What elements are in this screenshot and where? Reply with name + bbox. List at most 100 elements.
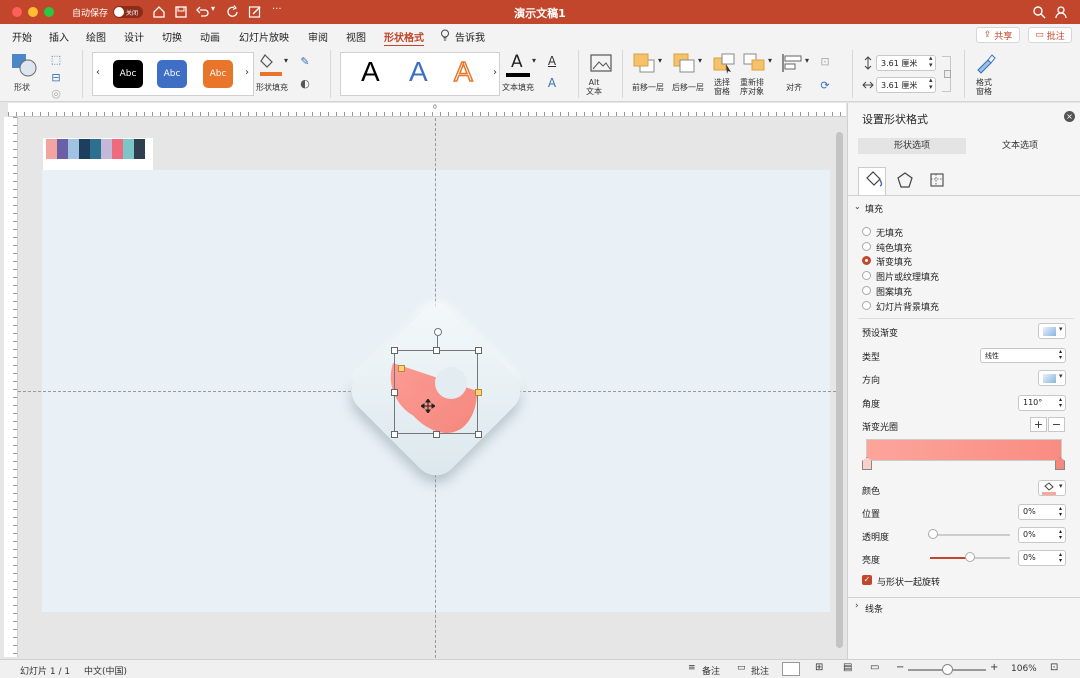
width-stepper[interactable]: ▴ ▾ bbox=[929, 77, 933, 91]
transparency-slider[interactable] bbox=[930, 534, 1010, 536]
zoom-slider-thumb[interactable] bbox=[942, 664, 953, 675]
reorder-objects-icon[interactable] bbox=[742, 52, 766, 74]
zoom-window-button[interactable] bbox=[44, 7, 54, 17]
radio-background-fill[interactable] bbox=[862, 301, 871, 310]
line-section-header[interactable]: 线条 bbox=[865, 602, 883, 615]
edit-shape-icon[interactable]: ⬚ bbox=[49, 52, 63, 66]
shape-effects-icon[interactable]: ◐ bbox=[298, 76, 312, 90]
shape-outline-icon[interactable]: ✎ bbox=[298, 54, 312, 68]
tab-review[interactable]: 审阅 bbox=[308, 29, 328, 44]
selection-frame[interactable] bbox=[394, 350, 478, 434]
close-pane-icon[interactable]: × bbox=[1064, 111, 1075, 122]
preset-gradient-dropdown[interactable]: ▾ bbox=[1038, 323, 1066, 339]
zoom-level[interactable]: 106% bbox=[1011, 664, 1037, 674]
color-palette-swatch[interactable] bbox=[43, 138, 153, 170]
resize-handle-w[interactable] bbox=[391, 389, 398, 396]
wordart-black[interactable]: A bbox=[361, 56, 380, 88]
tab-shape-options[interactable]: 形状选项 bbox=[858, 138, 966, 154]
comments-status-button[interactable]: 批注 bbox=[751, 664, 769, 677]
tab-shape-format[interactable]: 形状格式 bbox=[384, 29, 424, 47]
palette-swatch[interactable] bbox=[90, 139, 101, 159]
palette-swatch[interactable] bbox=[46, 139, 57, 159]
share-button[interactable]: ⇪ 共享 bbox=[976, 27, 1020, 43]
tab-design[interactable]: 设计 bbox=[124, 29, 144, 44]
notes-button[interactable]: 备注 bbox=[702, 664, 720, 677]
save-icon[interactable] bbox=[174, 5, 188, 19]
bring-forward-dropdown-icon[interactable]: ▾ bbox=[658, 56, 662, 65]
line-expand-icon[interactable]: › bbox=[855, 601, 859, 611]
angle-input[interactable]: 110° ▴ ▾ bbox=[1018, 395, 1066, 411]
tab-animations[interactable]: 动画 bbox=[200, 29, 220, 44]
shape-fill-dropdown-icon[interactable]: ▾ bbox=[284, 56, 288, 65]
resize-handle-s[interactable] bbox=[433, 431, 440, 438]
width-input[interactable]: 3.61 厘米 bbox=[876, 77, 936, 93]
comments-status-icon[interactable]: ▭ bbox=[737, 663, 746, 673]
gallery-next-icon[interactable]: › bbox=[245, 67, 249, 78]
tab-transitions[interactable]: 切换 bbox=[162, 29, 182, 44]
rotate-icon[interactable]: ⟳ bbox=[818, 78, 832, 92]
language-indicator[interactable]: 中文(中国) bbox=[84, 664, 127, 677]
adjust-handle-nw[interactable] bbox=[398, 365, 405, 372]
direction-dropdown[interactable]: ▾ bbox=[1038, 370, 1066, 386]
radio-solid-fill[interactable] bbox=[862, 242, 871, 251]
radio-picture-fill[interactable] bbox=[862, 271, 871, 280]
adjust-handle-e[interactable] bbox=[475, 389, 482, 396]
gradient-type-select[interactable]: 线性 ▴ ▾ bbox=[980, 348, 1066, 363]
radio-no-fill[interactable] bbox=[862, 227, 871, 236]
tab-home[interactable]: 开始 bbox=[12, 29, 32, 44]
brightness-input[interactable]: 0% ▴ ▾ bbox=[1018, 550, 1066, 566]
style-black[interactable]: Abc bbox=[113, 60, 143, 88]
text-outline-icon[interactable]: A bbox=[546, 54, 558, 68]
lock-aspect-checkbox[interactable] bbox=[944, 70, 951, 78]
palette-swatch[interactable] bbox=[112, 139, 123, 159]
size-properties-icon[interactable] bbox=[928, 171, 946, 189]
wordart-next-icon[interactable]: › bbox=[493, 67, 497, 78]
tab-draw[interactable]: 绘图 bbox=[86, 29, 106, 44]
gallery-prev-icon[interactable]: ‹ bbox=[96, 67, 100, 78]
redo-icon[interactable] bbox=[226, 5, 240, 19]
radio-pattern-fill[interactable] bbox=[862, 286, 871, 295]
undo-dropdown-icon[interactable]: ▾ bbox=[211, 4, 215, 13]
tab-insert[interactable]: 插入 bbox=[49, 29, 69, 44]
palette-swatch[interactable] bbox=[134, 139, 145, 159]
minimize-window-button[interactable] bbox=[28, 7, 38, 17]
zoom-out-icon[interactable]: − bbox=[896, 662, 904, 673]
wordart-blue[interactable]: A bbox=[409, 56, 428, 88]
stop-position-input[interactable]: 0% ▴ ▾ bbox=[1018, 504, 1066, 520]
reading-view-icon[interactable]: ▤ bbox=[843, 662, 852, 673]
palette-swatch[interactable] bbox=[68, 139, 79, 159]
send-backward-dropdown-icon[interactable]: ▾ bbox=[698, 56, 702, 65]
fit-to-window-icon[interactable]: ⊡ bbox=[1050, 662, 1058, 673]
reorder-dropdown-icon[interactable]: ▾ bbox=[768, 56, 772, 65]
home-icon[interactable] bbox=[152, 5, 166, 19]
normal-view-icon[interactable] bbox=[782, 662, 800, 676]
zoom-in-icon[interactable]: + bbox=[990, 662, 998, 673]
style-orange[interactable]: Abc bbox=[203, 60, 233, 88]
palette-swatch[interactable] bbox=[101, 139, 112, 159]
text-fill-icon[interactable]: A bbox=[506, 52, 530, 78]
notes-icon[interactable]: ≡ bbox=[688, 663, 696, 673]
fill-line-tab[interactable] bbox=[858, 167, 886, 195]
format-pane-icon[interactable] bbox=[974, 52, 998, 74]
resize-handle-sw[interactable] bbox=[391, 431, 398, 438]
slide-sorter-icon[interactable]: ⊞ bbox=[815, 662, 823, 673]
close-window-button[interactable] bbox=[12, 7, 22, 17]
gradient-stops-bar[interactable] bbox=[866, 439, 1062, 461]
comments-button[interactable]: ▭ 批注 bbox=[1028, 27, 1072, 43]
wordart-orange-outline[interactable]: A bbox=[453, 55, 473, 88]
undo-icon[interactable] bbox=[196, 5, 210, 19]
radio-gradient-fill[interactable] bbox=[862, 256, 871, 265]
palette-swatch[interactable] bbox=[123, 139, 134, 159]
remove-stop-button[interactable]: − bbox=[1048, 417, 1065, 432]
search-icon[interactable] bbox=[1032, 5, 1046, 19]
add-stop-button[interactable]: + bbox=[1030, 417, 1047, 432]
merge-shapes-icon[interactable]: ◎ bbox=[49, 86, 63, 100]
palette-swatch[interactable] bbox=[57, 139, 68, 159]
transparency-input[interactable]: 0% ▴ ▾ bbox=[1018, 527, 1066, 543]
more-commands-icon[interactable]: ··· bbox=[272, 4, 282, 15]
tab-text-options[interactable]: 文本选项 bbox=[966, 138, 1074, 154]
text-fill-dropdown-icon[interactable]: ▾ bbox=[532, 56, 536, 65]
group-icon[interactable]: ⊡ bbox=[818, 54, 832, 68]
rotate-with-shape-checkbox[interactable]: ✓ bbox=[862, 575, 872, 585]
shape-fill-icon[interactable] bbox=[260, 51, 282, 77]
